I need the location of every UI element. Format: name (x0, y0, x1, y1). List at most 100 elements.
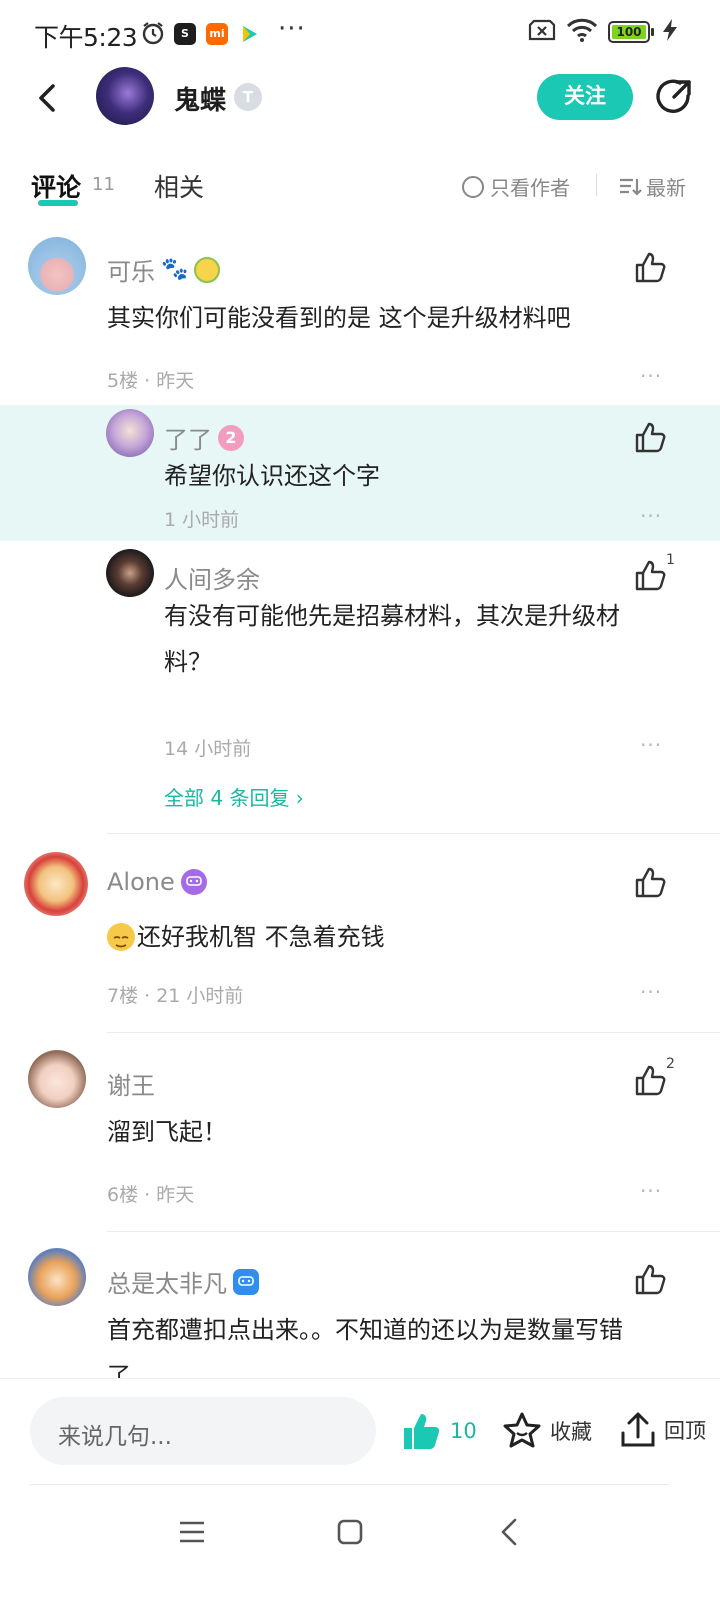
home-button[interactable] (328, 1510, 372, 1554)
reply-text-line1: 有没有可能他先是招募材料，其次是升级材 (164, 602, 620, 630)
like-count: 1 (666, 552, 675, 568)
star-icon (503, 1412, 541, 1448)
post-like-button[interactable]: 10 (402, 1411, 477, 1451)
sort-label: 最新 (646, 176, 686, 200)
reply-text: 希望你认识还这个字 (164, 462, 380, 490)
comment-input[interactable]: 来说几句... (30, 1397, 376, 1465)
comment-text: 还好我机智 不急着充钱 (137, 923, 385, 951)
like-icon[interactable] (634, 865, 668, 899)
comment-username[interactable]: Alone (107, 868, 207, 896)
separator (107, 1231, 720, 1232)
divider (30, 1484, 670, 1485)
avatar[interactable] (24, 852, 88, 916)
character-badge-icon (194, 256, 221, 283)
like-icon[interactable] (634, 1063, 668, 1097)
mi-app-icon: mi (206, 23, 228, 45)
menu-button[interactable] (170, 1510, 214, 1554)
gamepad-badge-icon (180, 869, 207, 895)
status-right: 100 (528, 18, 680, 46)
back-to-top-button[interactable]: 回顶 (620, 1411, 706, 1449)
status-time: 下午5:23 (34, 23, 138, 52)
level-badge: T (234, 83, 262, 111)
comment-count: 11 (92, 174, 115, 195)
comment-text-row: 还好我机智 不急着充钱 (107, 914, 385, 960)
comment-text-line1: 首充都遭扣点出来。。不知道的还以为是数量写错 (107, 1316, 623, 1344)
avatar[interactable] (106, 549, 154, 597)
separator (107, 833, 720, 834)
comment-meta: 6楼 · 昨天 (107, 1184, 195, 1206)
comment-tabs: 评论 11 相关 只看作者 最新 (0, 160, 720, 216)
author-avatar[interactable] (96, 67, 154, 125)
no-sim-icon (528, 19, 556, 45)
separator (107, 1032, 720, 1033)
upload-arrow-icon (621, 1412, 655, 1447)
more-options-button[interactable]: ··· (640, 980, 662, 1004)
alarm-icon (140, 20, 166, 46)
avatar[interactable] (28, 1050, 86, 1108)
smug-emoji-icon (107, 923, 135, 951)
author-name[interactable]: 鬼蝶 (174, 80, 226, 117)
favorite-button[interactable]: 收藏 (502, 1411, 592, 1451)
reply-username[interactable]: 了了 2 (164, 420, 244, 455)
like-icon[interactable] (634, 420, 668, 454)
more-options-button[interactable]: ··· (640, 504, 662, 528)
wifi-icon (566, 18, 598, 46)
thumbs-up-filled-icon (404, 1414, 440, 1449)
post-like-count: 10 (450, 1419, 477, 1443)
comment-text: 其实你们可能没看到的是 这个是升级材料吧 (107, 304, 571, 332)
home-square-icon (337, 1519, 363, 1545)
back-to-top-label: 回顶 (664, 1419, 706, 1443)
reply-username[interactable]: 人间多余 (164, 560, 260, 595)
follow-button[interactable]: 关注 (537, 74, 633, 120)
more-options-button[interactable]: ··· (640, 364, 662, 388)
tab-related[interactable]: 相关 (154, 168, 204, 204)
hamburger-icon (180, 1521, 204, 1543)
divider (596, 174, 597, 196)
more-options-button[interactable]: ··· (640, 733, 662, 757)
more-options-button[interactable]: ··· (640, 1179, 662, 1203)
app-notification-icon: S (174, 23, 196, 45)
comment-username[interactable]: 可乐 🐾 (107, 252, 221, 287)
only-author-label: 只看作者 (490, 176, 570, 200)
reply-text-line2: 料？ (164, 648, 212, 676)
share-button[interactable] (652, 74, 696, 118)
paw-icon: 🐾 (161, 257, 189, 282)
level-badge: 2 (218, 424, 244, 451)
video-app-icon (238, 23, 260, 45)
status-bar: 下午5:23 S mi ··· 100 (0, 0, 720, 64)
comment-input-placeholder: 来说几句... (58, 1424, 172, 1450)
favorite-label: 收藏 (550, 1420, 592, 1444)
system-navigation-bar (0, 1484, 720, 1600)
gamepad-badge-icon (233, 1268, 259, 1295)
battery-level: 100 (612, 25, 646, 39)
radio-icon (462, 175, 484, 198)
like-count: 2 (666, 1056, 675, 1072)
sort-button[interactable]: 最新 (618, 172, 686, 201)
like-icon[interactable] (634, 1262, 668, 1296)
view-all-replies-link[interactable]: 全部 4 条回复 › (164, 782, 304, 811)
more-notifications-icon: ··· (278, 14, 306, 44)
reply-meta: 1 小时前 (164, 509, 240, 531)
reply-meta: 14 小时前 (164, 738, 252, 760)
avatar[interactable] (28, 1248, 86, 1306)
like-icon[interactable] (634, 250, 668, 284)
back-triangle-icon (501, 1518, 517, 1546)
avatar[interactable] (106, 409, 154, 457)
like-icon[interactable] (634, 558, 668, 592)
system-back-button[interactable] (488, 1510, 532, 1554)
comment-meta: 5楼 · 昨天 (107, 370, 195, 392)
tab-active-indicator (38, 200, 78, 206)
tab-comments[interactable]: 评论 (31, 168, 81, 204)
charging-icon (660, 18, 680, 46)
back-button[interactable] (26, 76, 70, 120)
only-author-toggle[interactable]: 只看作者 (462, 172, 570, 201)
chevron-left-icon (39, 84, 55, 112)
comment-username[interactable]: 谢王 (107, 1066, 155, 1101)
comment-username[interactable]: 总是太非凡 (107, 1264, 259, 1299)
post-header: 鬼蝶 T 关注 (0, 64, 720, 130)
comment-meta: 7楼 · 21 小时前 (107, 985, 244, 1007)
avatar[interactable] (28, 237, 86, 295)
bottom-action-bar: 来说几句... 10 收藏 回顶 (0, 1378, 720, 1484)
sort-icon (620, 178, 642, 196)
share-icon (656, 79, 691, 113)
